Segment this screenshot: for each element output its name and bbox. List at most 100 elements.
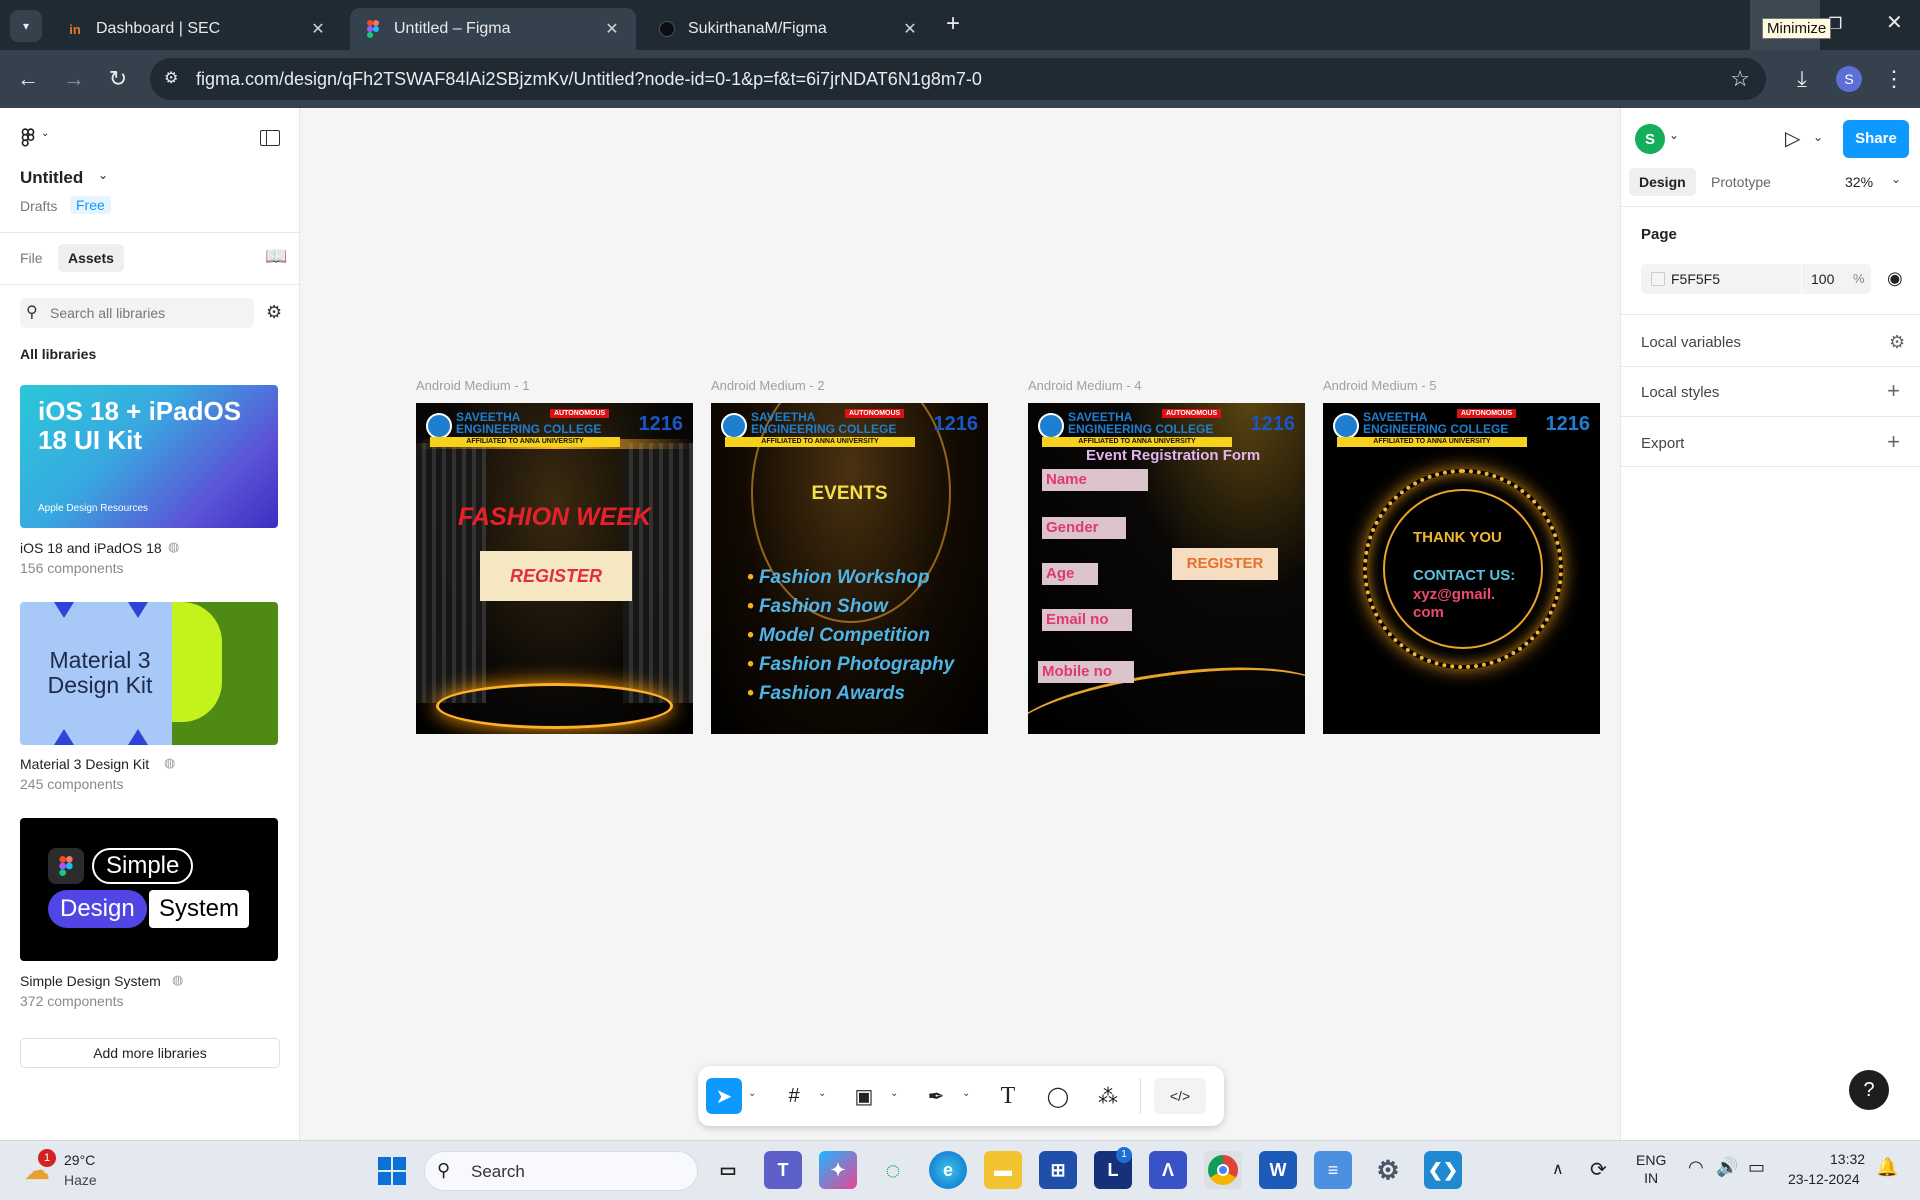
- store-icon[interactable]: ⊞: [1039, 1151, 1077, 1189]
- new-tab-button[interactable]: +: [946, 10, 960, 38]
- move-tool-icon[interactable]: ➤: [706, 1078, 742, 1114]
- dev-mode-icon[interactable]: </>: [1154, 1078, 1206, 1114]
- field-mobile[interactable]: Mobile no: [1038, 661, 1134, 683]
- chevron-down-icon[interactable]: ⌄: [818, 1088, 826, 1099]
- field-gender[interactable]: Gender: [1042, 517, 1126, 539]
- tab-design[interactable]: Design: [1629, 168, 1696, 196]
- close-window-icon[interactable]: ✕: [1886, 10, 1903, 35]
- site-info-icon[interactable]: ⚙: [164, 68, 178, 88]
- back-icon[interactable]: ←: [14, 66, 42, 92]
- vscode-icon[interactable]: ❮❯: [1424, 1151, 1462, 1189]
- comment-tool-icon[interactable]: ◯: [1040, 1078, 1076, 1114]
- tab-prototype[interactable]: Prototype: [1711, 174, 1771, 190]
- file-title[interactable]: Untitled: [20, 168, 83, 188]
- search-input[interactable]: ⚲ Search all libraries: [20, 298, 254, 328]
- close-icon[interactable]: ✕: [602, 19, 622, 39]
- play-icon[interactable]: ▷: [1785, 126, 1800, 151]
- chevron-down-icon[interactable]: ⌄: [890, 1088, 898, 1099]
- edge-icon[interactable]: e: [929, 1151, 967, 1189]
- word-icon[interactable]: W: [1259, 1151, 1297, 1189]
- tab-assets[interactable]: Assets: [58, 244, 124, 272]
- chevron-down-icon[interactable]: ⌄: [1891, 172, 1901, 186]
- address-bar[interactable]: ⚙ figma.com/design/qFh2TSWAF84lAi2SBjzmK…: [150, 58, 1766, 100]
- frame-label[interactable]: Android Medium - 2: [711, 378, 824, 393]
- frame-android-5[interactable]: SAVEETHA ENGINEERING COLLEGE AUTONOMOUS 1…: [1323, 403, 1600, 734]
- settings-icon[interactable]: ⚙: [1369, 1151, 1407, 1189]
- user-avatar[interactable]: S: [1635, 124, 1665, 154]
- page-color-hex[interactable]: F5F5F5: [1671, 271, 1720, 287]
- tab-dashboard[interactable]: in Dashboard | SEC ✕: [52, 8, 342, 50]
- file-explorer-icon[interactable]: ▬: [984, 1151, 1022, 1189]
- arc-app-icon[interactable]: Ʌ: [1149, 1151, 1187, 1189]
- bookmark-star-icon[interactable]: ☆: [1730, 66, 1750, 92]
- toggle-sidebar-icon[interactable]: [260, 130, 280, 146]
- page-opacity[interactable]: 100: [1811, 271, 1834, 287]
- register-button[interactable]: REGISTER: [480, 551, 632, 601]
- tab-github[interactable]: SukirthanaM/Figma ✕: [644, 8, 934, 50]
- image-tool-icon[interactable]: ▣: [846, 1078, 882, 1114]
- export-label[interactable]: Export: [1641, 435, 1684, 452]
- reload-icon[interactable]: ↻: [104, 66, 132, 92]
- field-name[interactable]: Name: [1042, 469, 1148, 491]
- library-thumbnail-ios[interactable]: iOS 18 + iPadOS 18 UI Kit Apple Design R…: [20, 385, 278, 528]
- taskbar-search[interactable]: ⚲ Search: [424, 1151, 698, 1191]
- page-color-field[interactable]: F5F5F5 100 %: [1641, 264, 1871, 294]
- more-menu-icon[interactable]: ⋮: [1880, 66, 1908, 92]
- frame-label[interactable]: Android Medium - 4: [1028, 378, 1141, 393]
- library-book-icon[interactable]: 📖: [265, 246, 287, 267]
- field-age[interactable]: Age: [1042, 563, 1098, 585]
- notification-bell-icon[interactable]: 🔔: [1876, 1157, 1898, 1178]
- eye-icon[interactable]: ◉: [1887, 268, 1903, 289]
- tab-figma[interactable]: Untitled – Figma ✕: [350, 8, 636, 50]
- sync-icon[interactable]: ⟳: [1590, 1157, 1607, 1182]
- tab-search-button[interactable]: ▾: [10, 10, 42, 42]
- share-button[interactable]: Share: [1843, 120, 1909, 158]
- actions-tool-icon[interactable]: ⁂: [1090, 1078, 1126, 1114]
- frame-android-1[interactable]: SAVEETHA ENGINEERING COLLEGE AUTONOMOUS 1…: [416, 403, 693, 734]
- circle-app-icon[interactable]: ◌: [874, 1151, 912, 1189]
- figma-menu-icon[interactable]: ⌄: [20, 128, 49, 153]
- wifi-icon[interactable]: ◠: [1688, 1157, 1704, 1178]
- add-style-icon[interactable]: +: [1887, 378, 1900, 404]
- local-variables-label[interactable]: Local variables: [1641, 334, 1741, 351]
- task-view-icon[interactable]: ▭: [709, 1151, 747, 1189]
- chevron-down-icon[interactable]: ⌄: [98, 168, 108, 182]
- frame-label[interactable]: Android Medium - 5: [1323, 378, 1436, 393]
- library-name[interactable]: Simple Design System: [20, 973, 161, 989]
- frame-android-2[interactable]: SAVEETHA ENGINEERING COLLEGE AUTONOMOUS 1…: [711, 403, 988, 734]
- frame-tool-icon[interactable]: #: [776, 1078, 812, 1114]
- color-swatch[interactable]: [1651, 272, 1665, 286]
- language-indicator[interactable]: ENG IN: [1636, 1151, 1666, 1187]
- frame-android-4[interactable]: SAVEETHA ENGINEERING COLLEGE AUTONOMOUS 1…: [1028, 403, 1305, 734]
- teams-icon[interactable]: T: [764, 1151, 802, 1189]
- chevron-down-icon[interactable]: ⌄: [748, 1088, 756, 1099]
- download-icon[interactable]: ⤓: [1788, 66, 1816, 92]
- volume-icon[interactable]: 🔊: [1716, 1157, 1738, 1178]
- library-thumbnail-simple[interactable]: Simple Design System: [20, 818, 278, 961]
- windows-start-icon[interactable]: [378, 1157, 406, 1185]
- tab-file[interactable]: File: [20, 250, 43, 266]
- text-tool-icon[interactable]: T: [990, 1078, 1026, 1114]
- zoom-level[interactable]: 32%: [1845, 174, 1873, 190]
- chevron-down-icon[interactable]: ⌄: [962, 1088, 970, 1099]
- field-email[interactable]: Email no: [1042, 609, 1132, 631]
- library-thumbnail-material[interactable]: Material 3 Design Kit: [20, 602, 278, 745]
- tray-chevron-up-icon[interactable]: ∧: [1552, 1159, 1564, 1179]
- library-name[interactable]: Material 3 Design Kit: [20, 756, 149, 772]
- weather-desc[interactable]: Haze: [64, 1172, 97, 1188]
- help-button[interactable]: ?: [1849, 1070, 1889, 1110]
- copilot-icon[interactable]: ✦: [819, 1151, 857, 1189]
- add-more-libraries-button[interactable]: Add more libraries: [20, 1038, 280, 1068]
- notepad-icon[interactable]: ≡: [1314, 1151, 1352, 1189]
- chrome-icon[interactable]: [1204, 1151, 1242, 1189]
- close-icon[interactable]: ✕: [308, 19, 328, 39]
- clock-time[interactable]: 13:32: [1830, 1151, 1865, 1167]
- chevron-down-icon[interactable]: ⌄: [1669, 128, 1679, 142]
- pen-tool-icon[interactable]: ✒: [918, 1078, 954, 1114]
- battery-icon[interactable]: ▭: [1748, 1157, 1765, 1178]
- chevron-down-icon[interactable]: ⌄: [1813, 130, 1823, 144]
- drafts-label[interactable]: Drafts: [20, 198, 57, 214]
- profile-avatar[interactable]: S: [1836, 66, 1862, 92]
- variables-icon[interactable]: ⚙: [1889, 332, 1905, 353]
- filter-icon[interactable]: ⚙: [266, 302, 282, 323]
